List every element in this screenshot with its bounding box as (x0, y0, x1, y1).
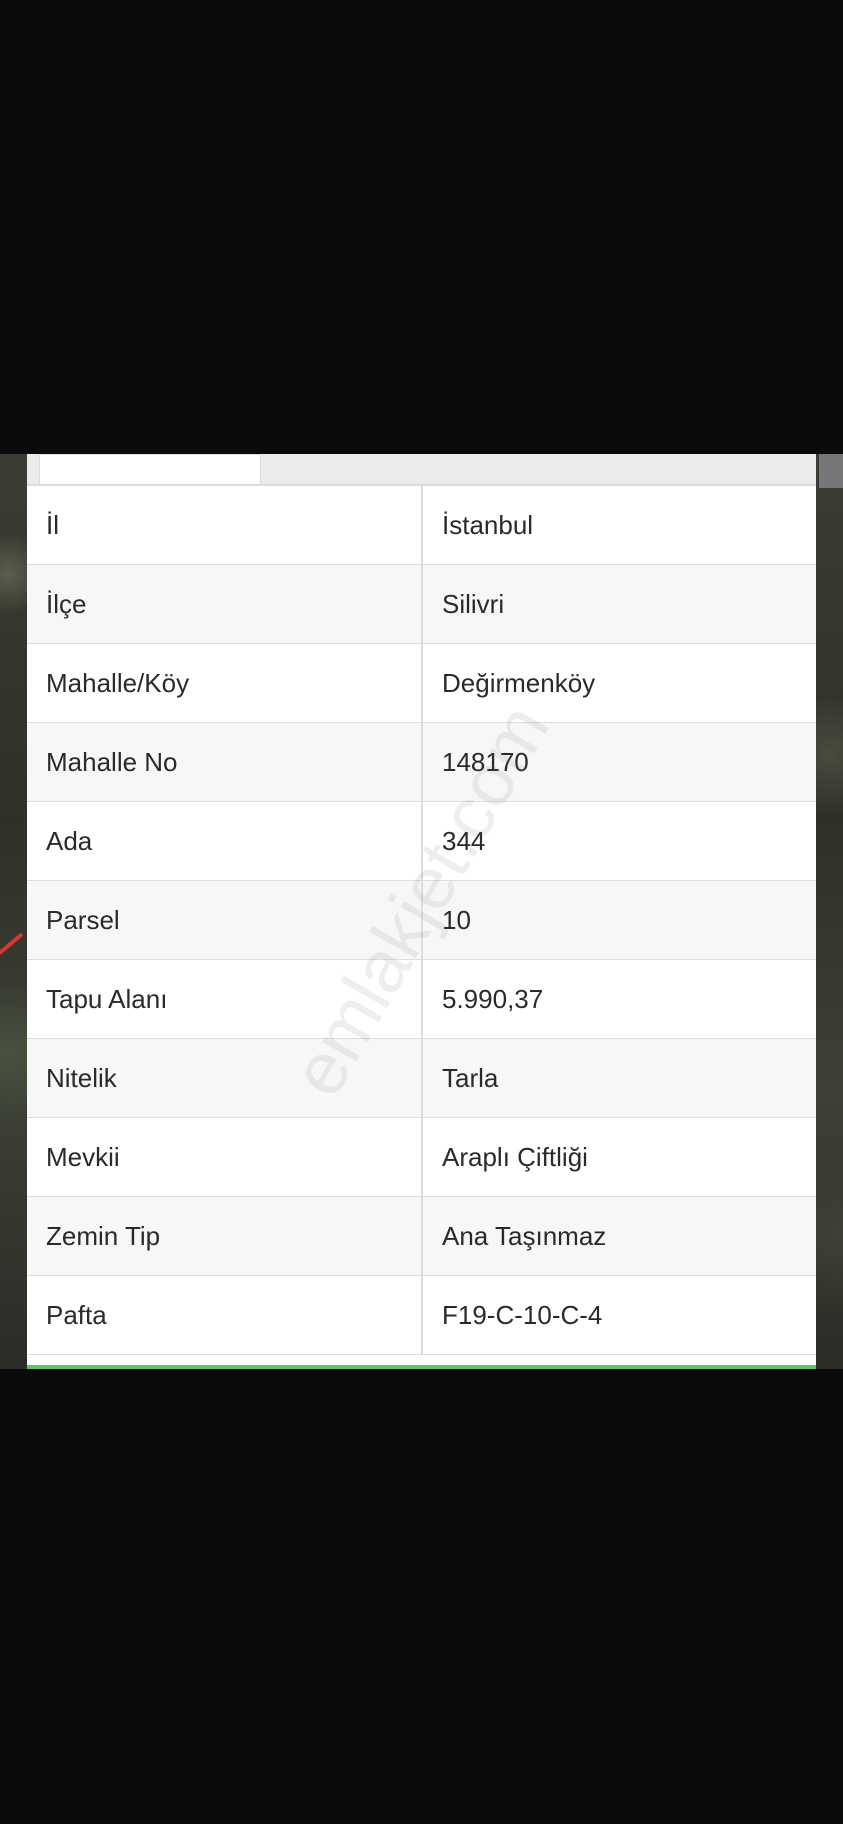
tab-bar (27, 454, 816, 485)
table-row: Ada 344 (27, 801, 816, 881)
row-label-zemin-tip: Zemin Tip (27, 1196, 423, 1276)
row-value-mevkii: Araplı Çiftliği (422, 1117, 816, 1197)
row-label-il: İl (27, 485, 423, 565)
table-row: Parsel 10 (27, 880, 816, 960)
row-label-parsel: Parsel (27, 880, 423, 960)
row-label-ada: Ada (27, 801, 423, 881)
row-value-parsel: 10 (422, 880, 816, 960)
row-label-nitelik: Nitelik (27, 1038, 423, 1118)
parcel-info-panel: İl İstanbul İlçe Silivri Mahalle/Köy Değ… (27, 454, 816, 1369)
row-value-il: İstanbul (422, 485, 816, 565)
row-value-zemin-tip: Ana Taşınmaz (422, 1196, 816, 1276)
row-label-mevkii: Mevkii (27, 1117, 423, 1197)
table-row: İl İstanbul (27, 485, 816, 565)
table-row: İlçe Silivri (27, 564, 816, 644)
row-label-mahalle-no: Mahalle No (27, 722, 423, 802)
table-row: Mahalle/Köy Değirmenköy (27, 643, 816, 723)
panel-bottom-accent (27, 1365, 816, 1369)
table-row: Mahalle No 148170 (27, 722, 816, 802)
tab-other[interactable] (263, 454, 816, 484)
parcel-info-table: İl İstanbul İlçe Silivri Mahalle/Köy Değ… (27, 485, 816, 1355)
row-value-mahalle-koy: Değirmenköy (422, 643, 816, 723)
table-row: Nitelik Tarla (27, 1038, 816, 1118)
map-scrollbar[interactable] (819, 454, 843, 488)
table-row: Mevkii Araplı Çiftliği (27, 1117, 816, 1197)
row-value-tapu-alani: 5.990,37 (422, 959, 816, 1039)
row-value-ilce: Silivri (422, 564, 816, 644)
row-value-pafta: F19-C-10-C-4 (422, 1275, 816, 1355)
row-value-ada: 344 (422, 801, 816, 881)
row-label-mahalle-koy: Mahalle/Köy (27, 643, 423, 723)
table-row: Pafta F19-C-10-C-4 (27, 1275, 816, 1355)
table-row: Tapu Alanı 5.990,37 (27, 959, 816, 1039)
map-road-line (0, 932, 24, 958)
row-value-nitelik: Tarla (422, 1038, 816, 1118)
row-value-mahalle-no: 148170 (422, 722, 816, 802)
screen: İl İstanbul İlçe Silivri Mahalle/Köy Değ… (0, 0, 843, 1824)
row-label-tapu-alani: Tapu Alanı (27, 959, 423, 1039)
row-label-ilce: İlçe (27, 564, 423, 644)
table-row: Zemin Tip Ana Taşınmaz (27, 1196, 816, 1276)
tab-parcel-info[interactable] (39, 454, 261, 484)
row-label-pafta: Pafta (27, 1275, 423, 1355)
